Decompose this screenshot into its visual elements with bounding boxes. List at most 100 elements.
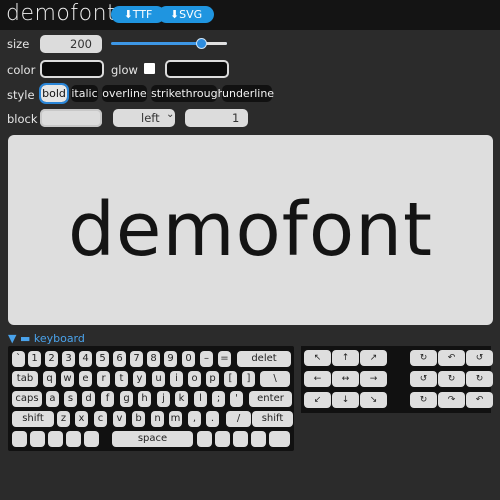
move-arrow-key-0-2[interactable]: ↗ [360,350,387,366]
key-z[interactable]: z [57,411,70,427]
rotate-key-0-1[interactable]: ↶ [438,350,465,366]
block-text-input[interactable] [40,109,102,127]
key-shift[interactable]: shift [12,411,54,427]
keyboard-toggle[interactable]: ▼ ▬ keyboard [8,332,85,345]
key-f[interactable]: f [101,391,114,407]
key-t[interactable]: t [115,371,128,387]
key-blank[interactable] [215,431,230,447]
move-arrow-key-1-1[interactable]: ↔ [332,371,359,387]
download-ttf-button[interactable]: ⬇TTF [111,6,165,23]
key-'[interactable]: ' [230,391,243,407]
key-1[interactable]: 1 [28,351,41,367]
key-n[interactable]: n [151,411,164,427]
key-g[interactable]: g [120,391,133,407]
key-.[interactable]: . [206,411,219,427]
style-overline-button[interactable]: overline [102,85,147,102]
key-caps[interactable]: caps [12,391,42,407]
key-u[interactable]: u [152,371,165,387]
key-blank[interactable] [233,431,248,447]
rotate-key-2-2[interactable]: ↶ [466,392,493,408]
key-;[interactable]: ; [212,391,225,407]
key-d[interactable]: d [82,391,95,407]
key-4[interactable]: 4 [79,351,92,367]
key-a[interactable]: a [46,391,59,407]
key-enter[interactable]: enter [249,391,292,407]
key-[[interactable]: [ [224,371,237,387]
key-l[interactable]: l [194,391,207,407]
key-blank[interactable] [251,431,266,447]
key-blank[interactable] [84,431,99,447]
key-0[interactable]: 0 [182,351,195,367]
key-v[interactable]: v [113,411,126,427]
key-–[interactable]: – [200,351,213,367]
key-j[interactable]: j [157,391,170,407]
key-blank[interactable] [48,431,63,447]
key-,[interactable]: , [188,411,201,427]
key-x[interactable]: x [75,411,88,427]
rotate-key-0-2[interactable]: ↺ [466,350,493,366]
key-`[interactable]: ` [12,351,25,367]
key-b[interactable]: b [132,411,145,427]
key-h[interactable]: h [138,391,151,407]
key-7[interactable]: 7 [130,351,143,367]
key-p[interactable]: p [206,371,219,387]
key-q[interactable]: q [43,371,56,387]
move-arrow-key-0-1[interactable]: ↑ [332,350,359,366]
key-space[interactable]: space [112,431,193,447]
key-=[interactable]: = [218,351,231,367]
move-arrow-key-2-1[interactable]: ↓ [332,392,359,408]
key-blank[interactable] [30,431,45,447]
rotate-key-2-0[interactable]: ↻ [410,392,437,408]
key-y[interactable]: y [133,371,146,387]
rotate-key-1-2[interactable]: ↻ [466,371,493,387]
size-slider-thumb[interactable] [196,38,208,49]
key-blank[interactable] [66,431,81,447]
key-tab[interactable]: tab [12,371,38,387]
key-o[interactable]: o [188,371,201,387]
rotate-key-1-1[interactable]: ↻ [438,371,465,387]
key-w[interactable]: w [61,371,74,387]
style-strikethrough-button[interactable]: strikethrough [151,85,225,102]
rotate-key-2-1[interactable]: ↷ [438,392,465,408]
key-s[interactable]: s [64,391,77,407]
move-arrow-key-0-0[interactable]: ↖ [304,350,331,366]
key-/[interactable]: / [226,411,251,427]
align-select[interactable]: left ⌄ [113,109,175,127]
move-arrow-key-1-0[interactable]: ← [304,371,331,387]
preview-text: demofont [67,187,434,273]
key-blank[interactable] [12,431,27,447]
glow-color-picker[interactable] [165,60,229,78]
move-arrow-key-2-0[interactable]: ↙ [304,392,331,408]
key-][interactable]: ] [242,371,255,387]
move-arrow-key-2-2[interactable]: ↘ [360,392,387,408]
glow-checkbox[interactable] [144,63,155,74]
key-k[interactable]: k [175,391,188,407]
key-8[interactable]: 8 [147,351,160,367]
color-label: color [7,63,36,77]
rotate-key-1-0[interactable]: ↺ [410,371,437,387]
block-number-input[interactable]: 1 [185,109,248,127]
color-picker[interactable] [40,60,104,78]
key-\[interactable]: \ [260,371,290,387]
key-2[interactable]: 2 [45,351,58,367]
key-delet[interactable]: delet [237,351,291,367]
style-italic-button[interactable]: italic [71,85,98,102]
size-input[interactable]: 200 [40,35,102,53]
key-m[interactable]: m [169,411,182,427]
key-shift[interactable]: shift [252,411,293,427]
style-underline-button[interactable]: underline [222,85,274,102]
key-r[interactable]: r [97,371,110,387]
move-arrow-key-1-2[interactable]: → [360,371,387,387]
key-blank[interactable] [197,431,212,447]
style-bold-button[interactable]: bold [39,83,69,104]
key-9[interactable]: 9 [164,351,177,367]
key-blank[interactable] [269,431,290,447]
key-3[interactable]: 3 [62,351,75,367]
download-svg-button[interactable]: ⬇SVG [158,6,214,23]
rotate-key-0-0[interactable]: ↻ [410,350,437,366]
key-c[interactable]: c [94,411,107,427]
key-6[interactable]: 6 [113,351,126,367]
key-e[interactable]: e [79,371,92,387]
key-5[interactable]: 5 [96,351,109,367]
key-i[interactable]: i [170,371,183,387]
